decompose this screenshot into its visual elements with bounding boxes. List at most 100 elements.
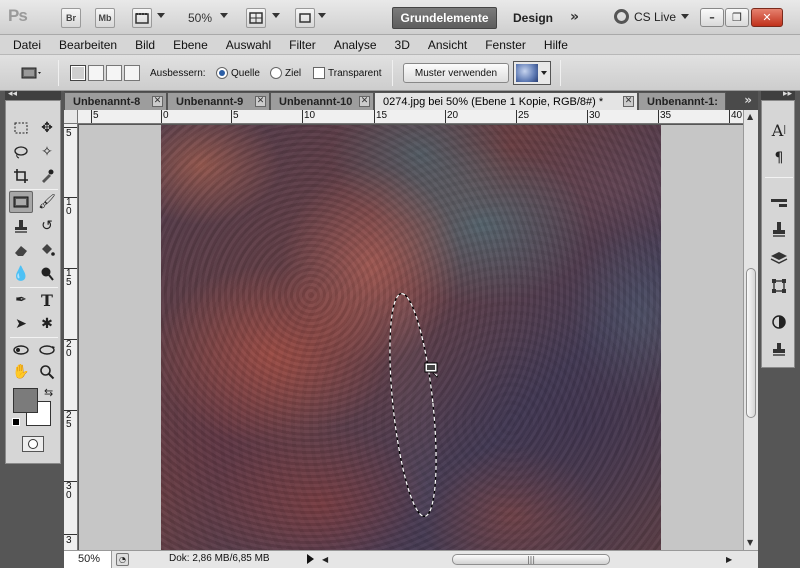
move-icon[interactable]: ✥ [35,117,59,139]
tab-close-icon[interactable]: ✕ [255,96,266,107]
subtract-from-selection-icon[interactable] [106,65,122,81]
zoom-caret-icon[interactable] [220,13,228,18]
menu-ansicht[interactable]: Ansicht [428,38,467,52]
arrange-documents-icon[interactable] [246,8,266,28]
patch-icon[interactable] [9,191,33,213]
menu-bild[interactable]: Bild [135,38,155,52]
muster-verwenden-button[interactable]: Muster verwenden [403,63,509,83]
minimize-button[interactable]: – [700,8,724,27]
workspace-grundelemente-button[interactable]: Grundelemente [392,7,497,29]
swap-colors-icon[interactable]: ⇆ [44,386,53,399]
quick-mask-button[interactable] [22,436,44,452]
transparent-checkbox[interactable] [313,67,325,79]
tab-close-icon[interactable]: ✕ [152,96,163,107]
tool-preset-picker[interactable] [18,63,44,83]
path-select-icon[interactable]: ➤ [9,313,33,335]
workspace-more-icon[interactable]: » [570,9,579,25]
vertical-scrollbar[interactable]: ▲ ▼ [743,110,758,550]
ziel-radio[interactable] [270,67,282,79]
layers-icon[interactable] [766,247,792,269]
tabs-overflow-icon[interactable]: » [744,93,752,107]
adjustments-icon[interactable] [766,191,792,213]
pen-icon[interactable]: ✒ [9,289,33,311]
default-colors-icon[interactable] [12,418,20,426]
menu-fenster[interactable]: Fenster [485,38,526,52]
character-icon[interactable]: A | [766,119,792,141]
dodge-icon[interactable] [35,263,59,285]
quelle-label[interactable]: Quelle [231,68,260,79]
scroll-up-icon[interactable]: ▲ [747,112,753,121]
brush-icon[interactable]: 🖌 [35,191,59,213]
menu-bearbeiten[interactable]: Bearbeiten [59,38,117,52]
tab-0274-jpg[interactable]: 0274.jpg bei 50% (Ebene 1 Kopie, RGB/8#)… [374,92,638,110]
mini-bridge-button[interactable]: Mb [95,8,115,28]
close-window-button[interactable]: ✕ [751,8,783,27]
status-info-icon[interactable]: ◔ [116,553,129,566]
tab-unbenannt-10[interactable]: Unbenannt-10 ✕ [270,92,374,110]
clone-source-icon[interactable] [766,219,792,241]
eyedropper-icon[interactable] [35,165,59,187]
marquee-icon[interactable] [9,117,33,139]
patch-selection-outline[interactable] [381,292,444,519]
lasso-icon[interactable] [9,141,33,163]
menu-auswahl[interactable]: Auswahl [226,38,271,52]
zoom-icon[interactable] [35,361,59,383]
menu-analyse[interactable]: Analyse [334,38,377,52]
crop-icon[interactable] [9,165,33,187]
stamp-panel-icon[interactable] [766,339,792,361]
add-to-selection-icon[interactable] [88,65,104,81]
transparent-label[interactable]: Transparent [328,68,382,79]
scroll-right-icon[interactable]: ▶ [726,555,732,564]
quelle-radio[interactable] [216,67,228,79]
status-zoom-field[interactable]: 50% [64,551,112,568]
workspace-design-button[interactable]: Design [513,11,553,25]
restore-button[interactable]: ❐ [725,8,749,27]
quick-select-icon[interactable]: ✧ [35,141,59,163]
dock-collapse-bar[interactable]: ▸▸ [761,89,795,100]
cs-live-button[interactable]: CS Live [614,9,690,24]
blur-icon[interactable]: 💧 [9,263,33,285]
stamp-icon[interactable] [9,215,33,237]
menu-datei[interactable]: Datei [13,38,41,52]
eraser-icon[interactable] [9,239,33,261]
tab-unbenannt-8[interactable]: Unbenannt-8 ✕ [64,92,167,110]
menu-filter[interactable]: Filter [289,38,316,52]
screen-mode-icon[interactable] [295,8,315,28]
horizontal-ruler[interactable]: 5 0 5 10 15 20 25 30 35 40 [78,110,743,124]
scroll-down-icon[interactable]: ▼ [747,538,753,547]
ziel-label[interactable]: Ziel [285,68,301,79]
tab-close-icon[interactable]: ✕ [623,96,634,107]
3d-orbit-icon[interactable] [35,339,59,361]
type-icon[interactable]: T [35,289,59,311]
masks-icon[interactable] [766,311,792,333]
view-extras-caret-icon[interactable] [157,13,165,18]
screen-mode-caret-icon[interactable] [318,13,326,18]
arrange-caret-icon[interactable] [272,13,280,18]
menu-ebene[interactable]: Ebene [173,38,208,52]
new-selection-icon[interactable] [70,65,86,81]
status-menu-arrow-icon[interactable] [307,554,314,564]
shape-icon[interactable]: ✱ [35,313,59,335]
toolbox-collapse-bar[interactable]: ◂◂ [5,89,61,100]
tab-close-icon[interactable]: ✕ [359,96,370,107]
horizontal-scroll-thumb[interactable]: ||| [452,554,610,565]
paragraph-icon[interactable]: ¶ [766,147,792,169]
menu-hilfe[interactable]: Hilfe [544,38,568,52]
ruler-origin[interactable] [64,110,78,124]
menu-3d[interactable]: 3D [395,38,410,52]
intersect-selection-icon[interactable] [124,65,140,81]
vertical-scroll-thumb[interactable] [746,268,756,418]
transform-icon[interactable] [766,275,792,297]
document-canvas[interactable] [161,125,661,550]
3d-rotate-icon[interactable] [9,339,33,361]
scroll-left-icon[interactable]: ◀ [322,555,328,564]
tab-unbenannt-1[interactable]: Unbenannt-1: [638,92,726,110]
foreground-color-swatch[interactable] [13,388,38,413]
pattern-picker[interactable] [513,61,551,85]
bridge-button[interactable]: Br [61,8,81,28]
zoom-level[interactable]: 50% [188,11,212,25]
tab-unbenannt-9[interactable]: Unbenannt-9 ✕ [167,92,270,110]
pasteboard[interactable] [79,125,743,550]
history-brush-icon[interactable]: ↺ [35,215,59,237]
paint-bucket-icon[interactable] [35,239,59,261]
